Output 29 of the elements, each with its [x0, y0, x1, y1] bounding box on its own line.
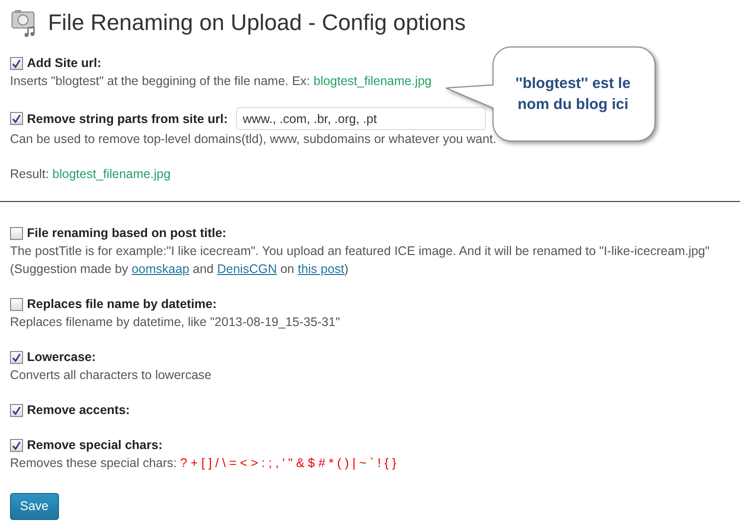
- checkbox[interactable]: [10, 298, 23, 310]
- description: Removes these special chars: ? + [ ] / \ = < > : ; , ' " & $ # * ( ) | ~ ` ! { }: [10, 456, 396, 470]
- description: (Suggestion made by oomskaap and DenisCGN on this post): [10, 262, 348, 276]
- option-label: Remove string parts from site url:: [27, 110, 228, 128]
- checkbox[interactable]: [10, 226, 23, 240]
- option-label: File renaming based on post title:: [27, 225, 226, 242]
- link[interactable]: DenisCGN: [217, 262, 277, 276]
- link[interactable]: this post: [298, 262, 344, 276]
- option-label: Remove special chars:: [27, 437, 162, 454]
- result-text: Result: blogtest_filename.jpg: [10, 166, 172, 183]
- checkbox[interactable]: [10, 56, 23, 70]
- option-label: Remove accents:: [27, 402, 130, 419]
- description: The postTitle is for example:"I like icecream". You upload an featured ICE image. And it will be renamed to "I-like-icecream.jpg": [10, 244, 710, 258]
- checkbox[interactable]: [10, 404, 23, 416]
- description: Can be used to remove top-level domains(tld), www, subdomains or whatever you want.: [10, 132, 496, 146]
- option-label: Lowercase:: [27, 349, 96, 366]
- description: Converts all characters to lowercase: [10, 368, 212, 382]
- page-title: File Renaming on Upload - Config options: [48, 9, 466, 37]
- link[interactable]: oomskaap: [132, 262, 190, 276]
- callout-text: ''blogtest'' est le nom du blog ici: [514, 74, 632, 115]
- text-field[interactable]: www., .com, .br, .org, .pt: [236, 107, 486, 130]
- option-label: Add Site url:: [27, 55, 102, 72]
- description: Replaces filename by datetime, like "2013-08-19_15-35-31": [10, 315, 340, 329]
- save-button[interactable]: Save: [10, 493, 58, 520]
- checkbox[interactable]: [10, 438, 23, 452]
- checkbox[interactable]: [10, 350, 23, 364]
- checkbox[interactable]: [10, 112, 23, 125]
- option-label: Replaces file name by datetime:: [27, 296, 217, 313]
- description: Inserts "blogtest" at the beggining of the file name. Ex: blogtest_filename.jpg: [10, 74, 432, 88]
